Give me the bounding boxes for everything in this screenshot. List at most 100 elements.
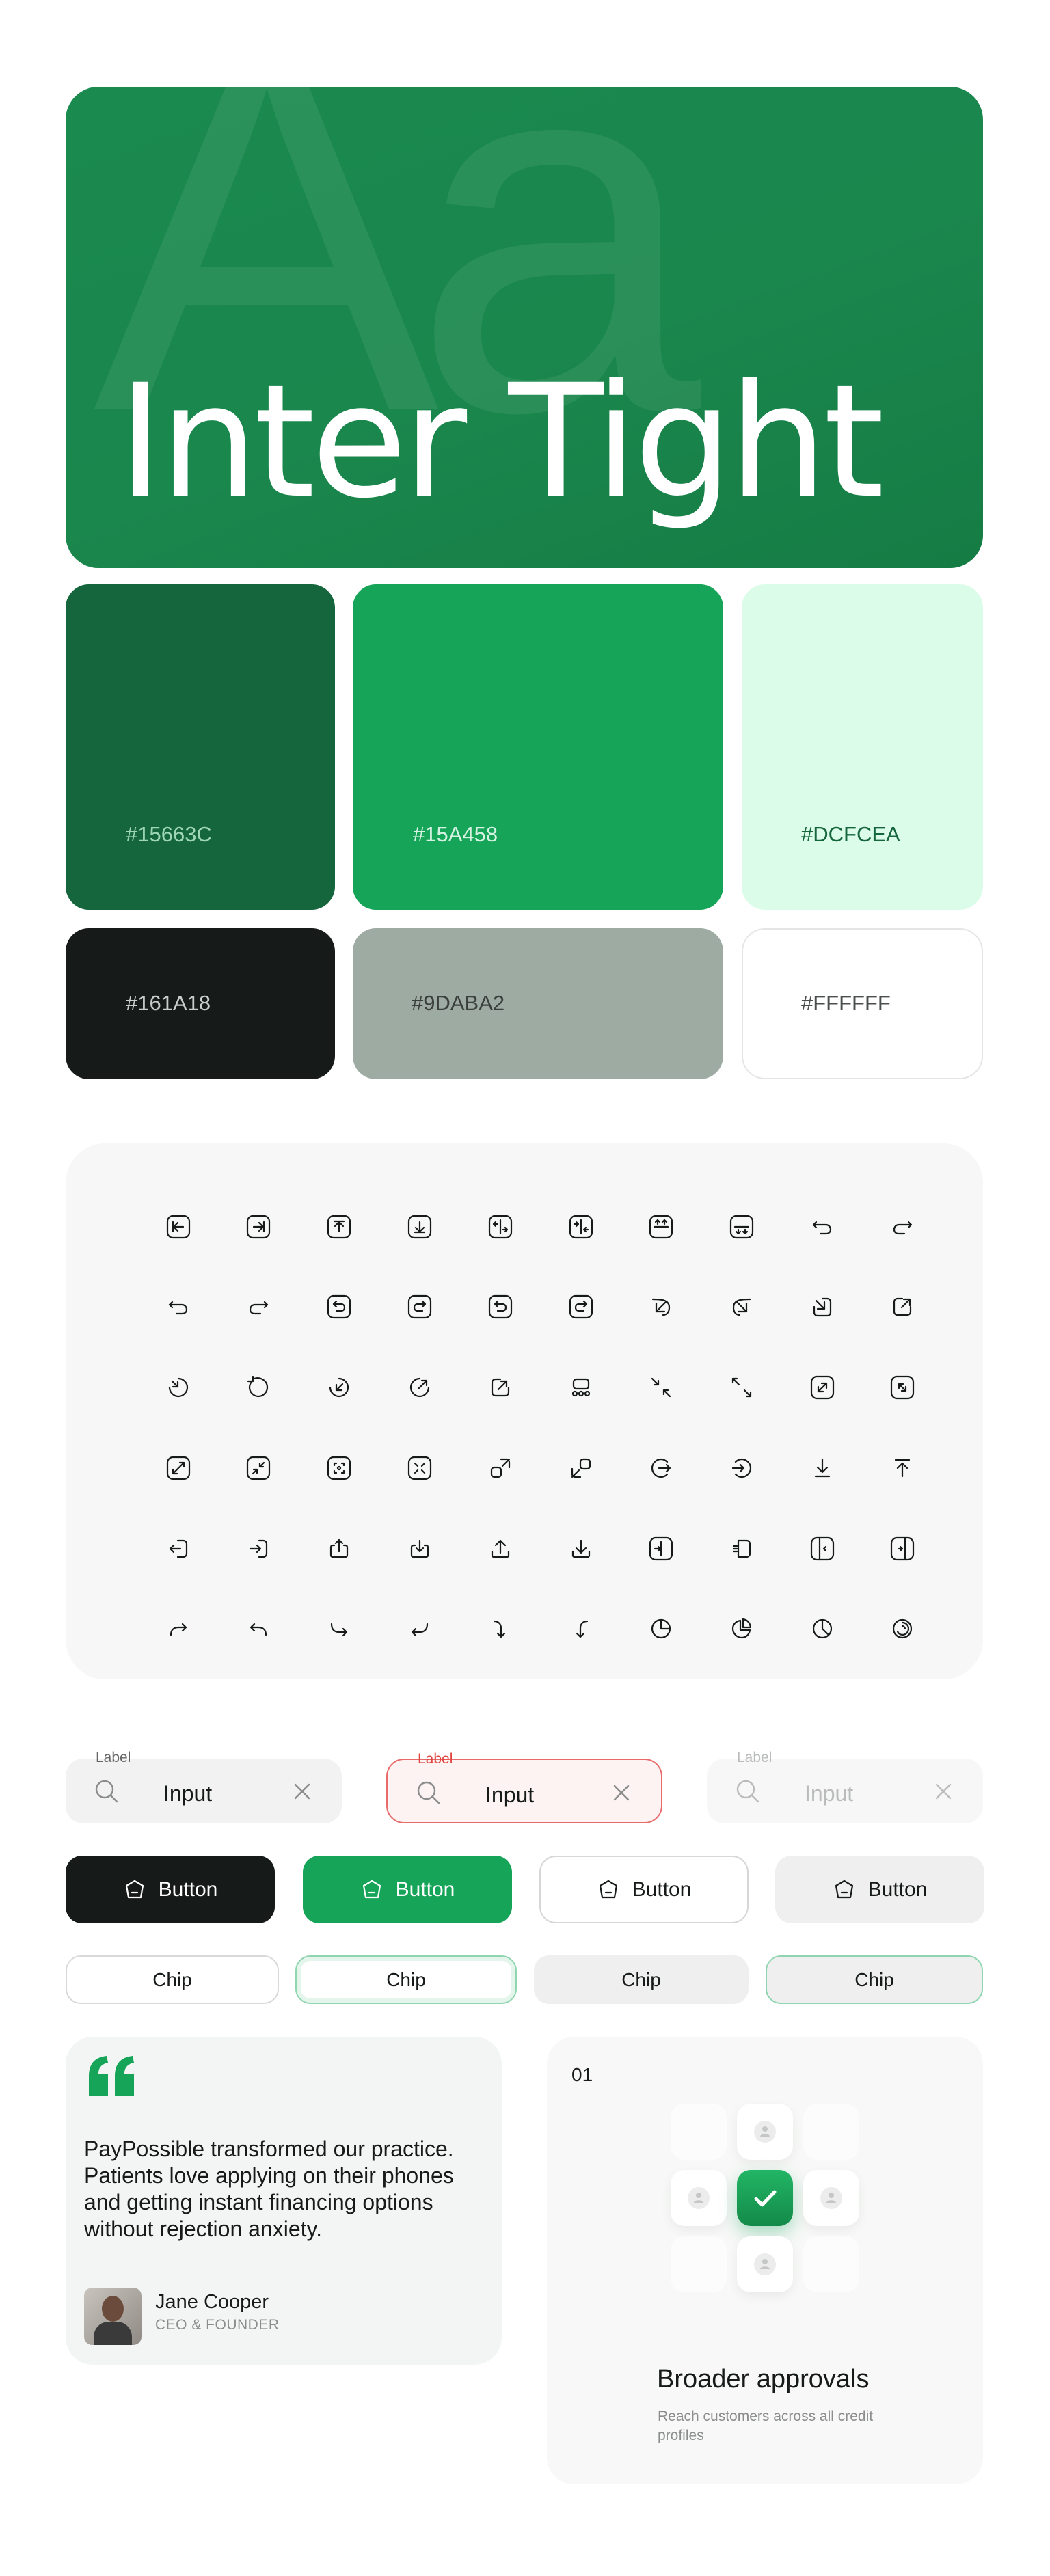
color-swatch-gray-green: #9DABA2 xyxy=(353,928,723,1079)
forward-icon xyxy=(164,1614,193,1643)
chip-focused[interactable]: Chip xyxy=(295,1955,517,2004)
chip-filled[interactable]: Chip xyxy=(534,1955,749,2004)
arrow-down-left-circle-icon xyxy=(325,1373,353,1402)
text-input-disabled: Label Input xyxy=(707,1750,983,1823)
user-tile xyxy=(671,2170,727,2226)
reply-icon xyxy=(244,1614,273,1643)
share-square-icon xyxy=(486,1373,515,1402)
download-simple-icon xyxy=(808,1454,837,1482)
button-secondary-gray[interactable]: Button xyxy=(775,1856,984,1923)
sign-out-icon xyxy=(727,1534,756,1563)
color-swatch-white: #FFFFFF xyxy=(742,928,983,1079)
input-value: Input xyxy=(163,1781,213,1806)
input-value: Input xyxy=(805,1781,854,1806)
swatch-label: #DCFCEA xyxy=(801,822,900,846)
download-line-icon xyxy=(567,1534,595,1563)
chip-selected[interactable]: Chip xyxy=(766,1955,983,2004)
check-icon xyxy=(754,2190,777,2207)
arrow-rotate-in-icon xyxy=(164,1373,193,1402)
clear-icon xyxy=(935,1783,952,1800)
button-label: Button xyxy=(158,1877,218,1901)
redo-square-alt-icon xyxy=(567,1292,595,1321)
shield-icon xyxy=(835,1880,853,1898)
shield-icon xyxy=(125,1880,144,1898)
typography-hero-card: Aa Inter Tight xyxy=(66,87,983,568)
swatch-label: #FFFFFF xyxy=(801,991,891,1015)
testimonial-quote: PayPossible transformed our practice. Pa… xyxy=(84,2137,454,2241)
button-label: Button xyxy=(867,1877,928,1901)
arrows-left-right-column-icon xyxy=(486,1212,515,1241)
undo-square-alt-icon xyxy=(486,1292,515,1321)
turn-down-icon xyxy=(486,1614,515,1643)
chip-default[interactable]: Chip xyxy=(66,1955,279,2004)
undo-curve-icon xyxy=(164,1292,193,1321)
icon-set-panel xyxy=(66,1143,983,1679)
arrows-up-row-icon xyxy=(647,1212,675,1241)
download-tray-icon xyxy=(405,1534,434,1563)
focus-square-icon xyxy=(325,1454,353,1482)
arrow-up-to-line-square-icon xyxy=(325,1212,353,1241)
button-primary-dark[interactable]: Button xyxy=(66,1856,275,1923)
text-input-default[interactable]: Label Input xyxy=(66,1750,342,1823)
search-icon xyxy=(417,1781,440,1804)
user-tile xyxy=(803,2170,859,2226)
redo-curve-icon xyxy=(244,1292,273,1321)
login-circle-icon xyxy=(727,1454,756,1482)
clear-icon[interactable] xyxy=(610,1782,632,1804)
swatch-label: #15A458 xyxy=(413,822,498,846)
swatch-label: #9DABA2 xyxy=(412,991,505,1015)
maximize-square-icon xyxy=(164,1454,193,1482)
user-tile xyxy=(737,2236,793,2292)
pie-chart-alt-icon xyxy=(727,1614,756,1643)
color-swatch-near-black: #161A18 xyxy=(66,928,335,1079)
arrow-down-to-line-square-icon xyxy=(405,1212,434,1241)
swatch-label: #15663C xyxy=(126,822,212,846)
user-icon xyxy=(760,2126,770,2137)
arrow-right-to-line-square-icon xyxy=(244,1212,273,1241)
input-label: Label xyxy=(415,1751,456,1767)
exit-left-icon xyxy=(164,1534,193,1563)
upload-line-icon xyxy=(486,1534,515,1563)
user-icon xyxy=(760,2259,770,2269)
input-label: Label xyxy=(93,1750,134,1766)
color-swatch-mint: #DCFCEA xyxy=(742,584,983,910)
user-icon xyxy=(826,2193,836,2203)
upload-simple-icon xyxy=(888,1454,917,1482)
arrow-up-right-square-icon xyxy=(888,1292,917,1321)
upload-tray-icon xyxy=(325,1534,353,1563)
button-label: Button xyxy=(395,1877,455,1901)
grid-cell xyxy=(671,2104,727,2160)
panel-left-icon xyxy=(808,1534,837,1563)
color-swatch-green: #15A458 xyxy=(353,584,723,910)
arrow-rotate-left-icon xyxy=(244,1373,273,1402)
color-swatch-dark-green: #15663C xyxy=(66,584,335,910)
undo-icon xyxy=(808,1212,837,1241)
testimonial-card: PayPossible transformed our practice. Pa… xyxy=(66,2037,502,2365)
group-icon xyxy=(567,1373,595,1402)
author-role: CEO & FOUNDER xyxy=(155,2317,280,2333)
enter-right-icon xyxy=(244,1534,273,1563)
feature-number: 01 xyxy=(571,2064,593,2085)
arrow-left-to-line-square-icon xyxy=(164,1212,193,1241)
expand-icon xyxy=(727,1373,756,1402)
hero-font-name: Inter Tight xyxy=(118,351,885,532)
text-input-error[interactable]: Label Input xyxy=(386,1751,662,1823)
clear-icon[interactable] xyxy=(291,1780,313,1802)
button-primary-green[interactable]: Button xyxy=(303,1856,512,1923)
grid-cell xyxy=(671,2236,727,2292)
search-icon xyxy=(736,1780,759,1803)
grid-cell xyxy=(803,2104,859,2160)
check-tile xyxy=(737,2170,793,2226)
input-label: Label xyxy=(734,1750,775,1766)
arrows-down-row-icon xyxy=(727,1212,756,1241)
arrows-right-left-column-icon xyxy=(567,1212,595,1241)
author-name: Jane Cooper xyxy=(155,2291,269,2313)
panel-right-icon xyxy=(888,1534,917,1563)
corners-expand-icon xyxy=(486,1454,515,1482)
shield-icon xyxy=(599,1880,617,1898)
button-outline[interactable]: Button xyxy=(539,1856,749,1923)
logout-circle-icon xyxy=(647,1454,675,1482)
shield-icon xyxy=(362,1880,381,1898)
feature-title: Broader approvals xyxy=(657,2365,870,2394)
search-icon xyxy=(95,1780,118,1803)
